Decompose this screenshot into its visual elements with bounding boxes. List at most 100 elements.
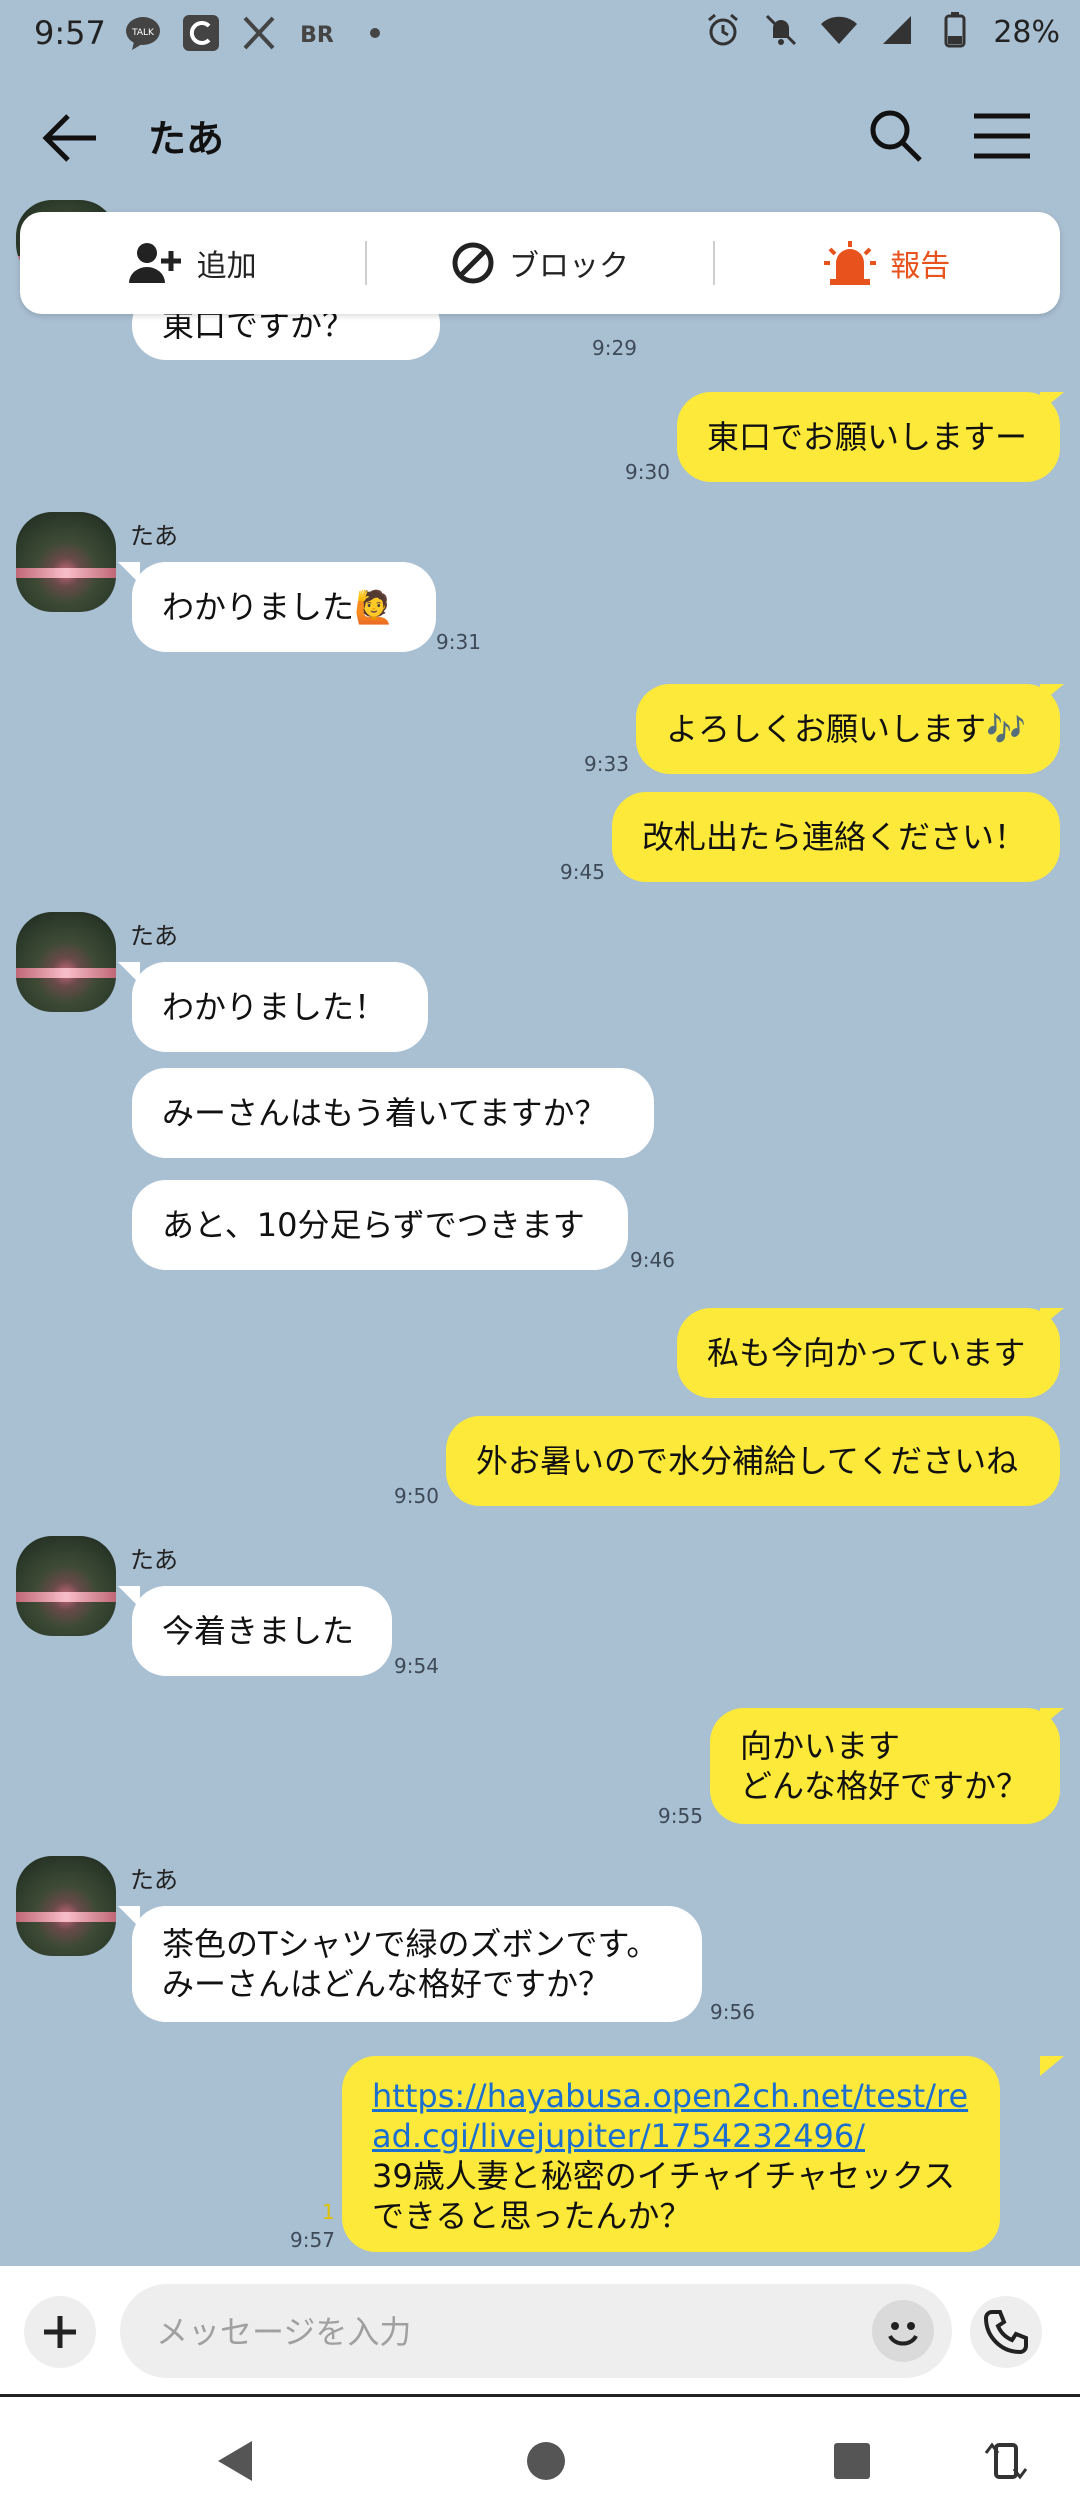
message-text: 39歳人妻と秘密のイチャイチャセックスできると思ったんか？ bbox=[372, 2157, 956, 2235]
message-time: 9:45 bbox=[560, 860, 605, 884]
circle-home-icon bbox=[527, 2442, 565, 2480]
message-text: 茶色のTシャツで緑のズボンです。 みーさんはどんな格好ですか？ bbox=[162, 1925, 659, 2003]
sender-name: たあ bbox=[130, 1866, 178, 1894]
call-button[interactable] bbox=[970, 2296, 1042, 2368]
message-bubble-incoming: 今着きました bbox=[132, 1586, 392, 1676]
add-label: 追加 bbox=[196, 249, 257, 284]
message-text: よろしくお願いします🎶 bbox=[666, 710, 1026, 748]
talk-icon: TALK bbox=[124, 14, 162, 52]
menu-button[interactable] bbox=[970, 110, 1034, 162]
emoji-button[interactable] bbox=[872, 2300, 934, 2362]
message-bubble-outgoing: 東口でお願いしますー bbox=[677, 392, 1060, 482]
sender-name: たあ bbox=[130, 922, 178, 950]
message-time: 9:57 bbox=[290, 2228, 335, 2252]
notification-icons: TALK BR bbox=[124, 14, 394, 52]
message-bubble-outgoing: https://hayabusa.open2ch.net/test/read.c… bbox=[342, 2056, 1000, 2252]
br-icon: BR bbox=[298, 14, 336, 52]
chat-title: たあ bbox=[148, 117, 225, 161]
hamburger-icon bbox=[974, 113, 1030, 159]
message-bubble-outgoing: 改札出たら連絡ください！ bbox=[612, 792, 1060, 882]
square-recents-icon bbox=[834, 2443, 870, 2479]
triangle-back-icon bbox=[218, 2441, 252, 2481]
message-bubble-incoming: 茶色のTシャツで緑のズボンです。 みーさんはどんな格好ですか？ bbox=[132, 1906, 702, 2022]
message-bubble-incoming: あと、10分足らずでつきます bbox=[132, 1180, 628, 1270]
rotate-button[interactable] bbox=[980, 2435, 1032, 2487]
report-label: 報告 bbox=[890, 249, 951, 284]
svg-text:TALK: TALK bbox=[131, 28, 155, 38]
status-time: 9:57 bbox=[34, 14, 106, 52]
search-button[interactable] bbox=[866, 106, 926, 166]
message-text: わかりました！ bbox=[162, 988, 387, 1026]
arrow-left-icon bbox=[42, 114, 96, 162]
x-icon bbox=[240, 14, 278, 52]
block-icon bbox=[452, 242, 494, 284]
phone-icon bbox=[983, 2310, 1028, 2355]
block-button[interactable]: ブロック bbox=[367, 212, 712, 314]
c-app-icon bbox=[182, 14, 220, 52]
battery-icon bbox=[935, 12, 975, 52]
attach-button[interactable] bbox=[24, 2296, 96, 2368]
message-bubble-outgoing: 私も今向かっています bbox=[677, 1308, 1060, 1398]
message-time: 9:54 bbox=[394, 1654, 439, 1678]
back-button[interactable] bbox=[40, 110, 100, 166]
nav-home-button[interactable] bbox=[520, 2435, 572, 2487]
avatar[interactable] bbox=[16, 1856, 116, 1956]
report-button[interactable]: 報告 bbox=[715, 212, 1060, 314]
emoji-icon bbox=[888, 2322, 918, 2346]
bubble-tail bbox=[1040, 2056, 1064, 2076]
message-input[interactable] bbox=[154, 2304, 838, 2360]
message-link[interactable]: https://hayabusa.open2ch.net/test/read.c… bbox=[372, 2076, 970, 2156]
message-text: 今着きました bbox=[162, 1612, 355, 1650]
message-text: 向かいます どんな格好ですか？ bbox=[740, 1727, 1029, 1805]
message-time: 9:31 bbox=[436, 630, 481, 654]
message-field bbox=[120, 2284, 952, 2378]
add-user-icon bbox=[128, 243, 181, 283]
bubble-tail bbox=[118, 1906, 140, 1928]
bubble-tail bbox=[118, 1586, 140, 1608]
signal-icon bbox=[877, 12, 917, 52]
message-bubble-outgoing: 外お暑いので水分補給してくださいね bbox=[446, 1416, 1060, 1506]
action-bar: 追加 ブロック 報告 bbox=[20, 212, 1060, 314]
message-text: わかりました🙋 bbox=[162, 588, 394, 626]
block-label: ブロック bbox=[508, 249, 629, 284]
message-bubble-incoming: わかりました🙋 bbox=[132, 562, 436, 652]
nav-recents-button[interactable] bbox=[826, 2435, 878, 2487]
message-text: みーさんはもう着いてますか？ bbox=[162, 1094, 607, 1132]
message-time: 9:56 bbox=[710, 2000, 755, 2024]
status-bar: 9:57 TALK BR 28% bbox=[0, 0, 1080, 70]
sender-name: たあ bbox=[130, 1546, 178, 1574]
system-icons: 28% bbox=[703, 12, 1060, 52]
message-time: 9:50 bbox=[394, 1484, 439, 1508]
rotate-icon bbox=[984, 2442, 1028, 2480]
siren-icon bbox=[824, 241, 877, 285]
avatar[interactable] bbox=[16, 1536, 116, 1636]
message-time: 9:30 bbox=[625, 460, 670, 484]
read-count: 1 bbox=[322, 2200, 335, 2224]
message-bubble-outgoing: 向かいます どんな格好ですか？ bbox=[710, 1708, 1060, 1824]
mute-icon bbox=[761, 12, 801, 52]
message-time: 9:55 bbox=[658, 1804, 703, 1828]
message-text: 外お暑いので水分補給してくださいね bbox=[476, 1442, 1019, 1480]
system-nav-bar bbox=[0, 2397, 1080, 2520]
battery-percent: 28% bbox=[993, 14, 1060, 50]
search-icon bbox=[870, 110, 922, 162]
message-time: 9:46 bbox=[630, 1248, 675, 1272]
add-friend-button[interactable]: 追加 bbox=[20, 212, 365, 314]
message-time: 9:29 bbox=[592, 336, 637, 360]
avatar[interactable] bbox=[16, 512, 116, 612]
message-time: 9:33 bbox=[584, 752, 629, 776]
message-input-bar bbox=[0, 2266, 1080, 2394]
message-text: 東口でお願いしますー bbox=[707, 418, 1028, 456]
plus-icon bbox=[44, 2316, 76, 2348]
message-text: 改札出たら連絡ください！ bbox=[642, 818, 1027, 856]
message-bubble-outgoing: よろしくお願いします🎶 bbox=[636, 684, 1060, 774]
nav-back-button[interactable] bbox=[210, 2435, 262, 2487]
svg-text:BR: BR bbox=[300, 23, 334, 48]
message-bubble-incoming: みーさんはもう着いてますか？ bbox=[132, 1068, 654, 1158]
wifi-icon bbox=[819, 12, 859, 52]
message-text: 私も今向かっています bbox=[707, 1334, 1026, 1372]
avatar[interactable] bbox=[16, 912, 116, 1012]
sender-name: たあ bbox=[130, 522, 178, 550]
chat-header: たあ bbox=[0, 70, 1080, 200]
alarm-icon bbox=[703, 12, 743, 52]
